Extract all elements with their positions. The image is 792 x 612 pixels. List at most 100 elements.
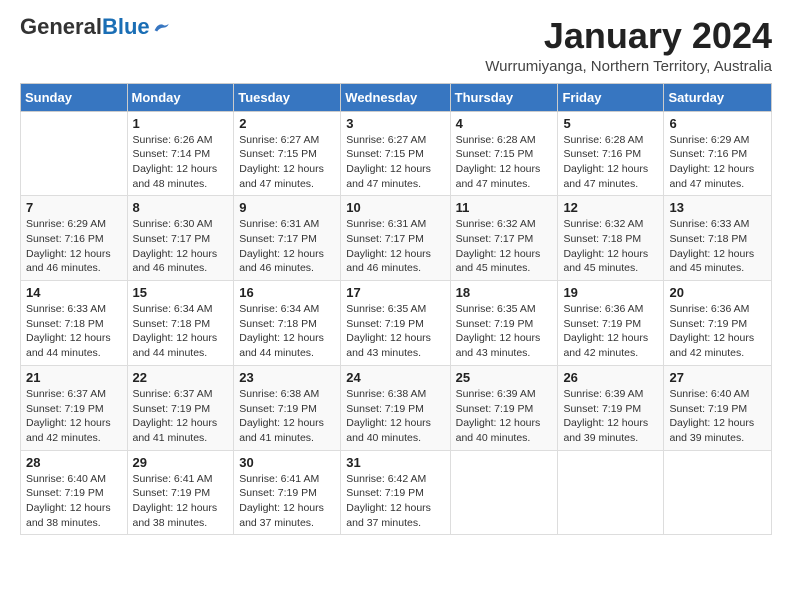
- day-info: Sunrise: 6:32 AMSunset: 7:18 PMDaylight:…: [563, 217, 658, 276]
- title-area: January 2024 Wurrumiyanga, Northern Terr…: [485, 16, 772, 75]
- calendar-cell: 3 Sunrise: 6:27 AMSunset: 7:15 PMDaylight…: [341, 111, 450, 196]
- week-row-3: 14 Sunrise: 6:33 AMSunset: 7:18 PMDayligh…: [21, 281, 772, 366]
- day-info: Sunrise: 6:39 AMSunset: 7:19 PMDaylight:…: [456, 387, 553, 446]
- day-info: Sunrise: 6:42 AMSunset: 7:19 PMDaylight:…: [346, 472, 444, 531]
- day-number: 24: [346, 370, 444, 385]
- weekday-header-monday: Monday: [127, 83, 234, 111]
- calendar-cell: 26 Sunrise: 6:39 AMSunset: 7:19 PMDayligh…: [558, 365, 664, 450]
- calendar-cell: 15 Sunrise: 6:34 AMSunset: 7:18 PMDayligh…: [127, 281, 234, 366]
- calendar-cell: 29 Sunrise: 6:41 AMSunset: 7:19 PMDayligh…: [127, 450, 234, 535]
- day-number: 18: [456, 285, 553, 300]
- calendar-cell: 11Sunrise: 6:32 AMSunset: 7:17 PMDayligh…: [450, 196, 558, 281]
- day-number: 26: [563, 370, 658, 385]
- weekday-header-thursday: Thursday: [450, 83, 558, 111]
- day-info: Sunrise: 6:27 AMSunset: 7:15 PMDaylight:…: [239, 133, 335, 192]
- calendar-cell: 19 Sunrise: 6:36 AMSunset: 7:19 PMDayligh…: [558, 281, 664, 366]
- weekday-header-sunday: Sunday: [21, 83, 128, 111]
- day-info: Sunrise: 6:35 AMSunset: 7:19 PMDaylight:…: [346, 302, 444, 361]
- day-info: Sunrise: 6:32 AMSunset: 7:17 PMDaylight:…: [456, 217, 553, 276]
- calendar-cell: [21, 111, 128, 196]
- calendar-cell: 27 Sunrise: 6:40 AMSunset: 7:19 PMDayligh…: [664, 365, 772, 450]
- day-number: 13: [669, 200, 766, 215]
- calendar-cell: 24 Sunrise: 6:38 AMSunset: 7:19 PMDayligh…: [341, 365, 450, 450]
- logo-text: GeneralBlue: [20, 16, 150, 38]
- location-subtitle: Wurrumiyanga, Northern Territory, Austra…: [485, 58, 772, 75]
- day-number: 16: [239, 285, 335, 300]
- day-number: 28: [26, 455, 122, 470]
- calendar-cell: 31 Sunrise: 6:42 AMSunset: 7:19 PMDayligh…: [341, 450, 450, 535]
- calendar-cell: 2 Sunrise: 6:27 AMSunset: 7:15 PMDaylight…: [234, 111, 341, 196]
- day-number: 19: [563, 285, 658, 300]
- calendar-cell: [450, 450, 558, 535]
- calendar-cell: 1Sunrise: 6:26 AMSunset: 7:14 PMDaylight…: [127, 111, 234, 196]
- calendar-cell: 22 Sunrise: 6:37 AMSunset: 7:19 PMDayligh…: [127, 365, 234, 450]
- calendar-cell: 18 Sunrise: 6:35 AMSunset: 7:19 PMDayligh…: [450, 281, 558, 366]
- day-number: 17: [346, 285, 444, 300]
- day-number: 3: [346, 116, 444, 131]
- calendar-cell: [558, 450, 664, 535]
- day-info: Sunrise: 6:40 AMSunset: 7:19 PMDaylight:…: [669, 387, 766, 446]
- day-info: Sunrise: 6:36 AMSunset: 7:19 PMDaylight:…: [563, 302, 658, 361]
- day-number: 23: [239, 370, 335, 385]
- day-number: 14: [26, 285, 122, 300]
- day-number: 5: [563, 116, 658, 131]
- day-info: Sunrise: 6:36 AMSunset: 7:19 PMDaylight:…: [669, 302, 766, 361]
- day-info: Sunrise: 6:39 AMSunset: 7:19 PMDaylight:…: [563, 387, 658, 446]
- logo: GeneralBlue: [20, 16, 170, 38]
- day-number: 12: [563, 200, 658, 215]
- calendar-cell: 20 Sunrise: 6:36 AMSunset: 7:19 PMDayligh…: [664, 281, 772, 366]
- page-header: GeneralBlue January 2024 Wurrumiyanga, N…: [20, 16, 772, 75]
- day-info: Sunrise: 6:33 AMSunset: 7:18 PMDaylight:…: [669, 217, 766, 276]
- day-info: Sunrise: 6:35 AMSunset: 7:19 PMDaylight:…: [456, 302, 553, 361]
- day-number: 20: [669, 285, 766, 300]
- calendar-cell: 12 Sunrise: 6:32 AMSunset: 7:18 PMDayligh…: [558, 196, 664, 281]
- calendar-cell: 10Sunrise: 6:31 AMSunset: 7:17 PMDayligh…: [341, 196, 450, 281]
- day-number: 4: [456, 116, 553, 131]
- day-info: Sunrise: 6:41 AMSunset: 7:19 PMDaylight:…: [133, 472, 229, 531]
- day-info: Sunrise: 6:40 AMSunset: 7:19 PMDaylight:…: [26, 472, 122, 531]
- calendar-cell: 8 Sunrise: 6:30 AMSunset: 7:17 PMDaylight…: [127, 196, 234, 281]
- calendar-cell: 21Sunrise: 6:37 AMSunset: 7:19 PMDayligh…: [21, 365, 128, 450]
- day-info: Sunrise: 6:30 AMSunset: 7:17 PMDaylight:…: [133, 217, 229, 276]
- calendar-cell: [664, 450, 772, 535]
- week-row-5: 28 Sunrise: 6:40 AMSunset: 7:19 PMDayligh…: [21, 450, 772, 535]
- weekday-header-saturday: Saturday: [664, 83, 772, 111]
- day-number: 27: [669, 370, 766, 385]
- calendar-cell: 25 Sunrise: 6:39 AMSunset: 7:19 PMDayligh…: [450, 365, 558, 450]
- day-number: 15: [133, 285, 229, 300]
- calendar-cell: 17 Sunrise: 6:35 AMSunset: 7:19 PMDayligh…: [341, 281, 450, 366]
- day-info: Sunrise: 6:26 AMSunset: 7:14 PMDaylight:…: [133, 133, 229, 192]
- day-info: Sunrise: 6:34 AMSunset: 7:18 PMDaylight:…: [239, 302, 335, 361]
- day-info: Sunrise: 6:38 AMSunset: 7:19 PMDaylight:…: [346, 387, 444, 446]
- day-info: Sunrise: 6:29 AMSunset: 7:16 PMDaylight:…: [26, 217, 122, 276]
- calendar-cell: 7 Sunrise: 6:29 AMSunset: 7:16 PMDaylight…: [21, 196, 128, 281]
- day-number: 7: [26, 200, 122, 215]
- day-info: Sunrise: 6:41 AMSunset: 7:19 PMDaylight:…: [239, 472, 335, 531]
- calendar-cell: 30 Sunrise: 6:41 AMSunset: 7:19 PMDayligh…: [234, 450, 341, 535]
- day-number: 22: [133, 370, 229, 385]
- day-info: Sunrise: 6:37 AMSunset: 7:19 PMDaylight:…: [133, 387, 229, 446]
- day-number: 29: [133, 455, 229, 470]
- weekday-header-friday: Friday: [558, 83, 664, 111]
- day-info: Sunrise: 6:29 AMSunset: 7:16 PMDaylight:…: [669, 133, 766, 192]
- day-number: 9: [239, 200, 335, 215]
- calendar-table: SundayMondayTuesdayWednesdayThursdayFrid…: [20, 83, 772, 536]
- calendar-cell: 5Sunrise: 6:28 AMSunset: 7:16 PMDaylight…: [558, 111, 664, 196]
- day-number: 8: [133, 200, 229, 215]
- day-number: 2: [239, 116, 335, 131]
- day-info: Sunrise: 6:27 AMSunset: 7:15 PMDaylight:…: [346, 133, 444, 192]
- calendar-cell: 14 Sunrise: 6:33 AMSunset: 7:18 PMDayligh…: [21, 281, 128, 366]
- day-info: Sunrise: 6:28 AMSunset: 7:15 PMDaylight:…: [456, 133, 553, 192]
- calendar-cell: 16 Sunrise: 6:34 AMSunset: 7:18 PMDayligh…: [234, 281, 341, 366]
- day-number: 6: [669, 116, 766, 131]
- day-info: Sunrise: 6:34 AMSunset: 7:18 PMDaylight:…: [133, 302, 229, 361]
- week-row-1: 1Sunrise: 6:26 AMSunset: 7:14 PMDaylight…: [21, 111, 772, 196]
- day-number: 30: [239, 455, 335, 470]
- calendar-cell: 4 Sunrise: 6:28 AMSunset: 7:15 PMDaylight…: [450, 111, 558, 196]
- calendar-cell: 28 Sunrise: 6:40 AMSunset: 7:19 PMDayligh…: [21, 450, 128, 535]
- day-number: 31: [346, 455, 444, 470]
- day-info: Sunrise: 6:38 AMSunset: 7:19 PMDaylight:…: [239, 387, 335, 446]
- day-number: 25: [456, 370, 553, 385]
- day-info: Sunrise: 6:33 AMSunset: 7:18 PMDaylight:…: [26, 302, 122, 361]
- calendar-cell: 23 Sunrise: 6:38 AMSunset: 7:19 PMDayligh…: [234, 365, 341, 450]
